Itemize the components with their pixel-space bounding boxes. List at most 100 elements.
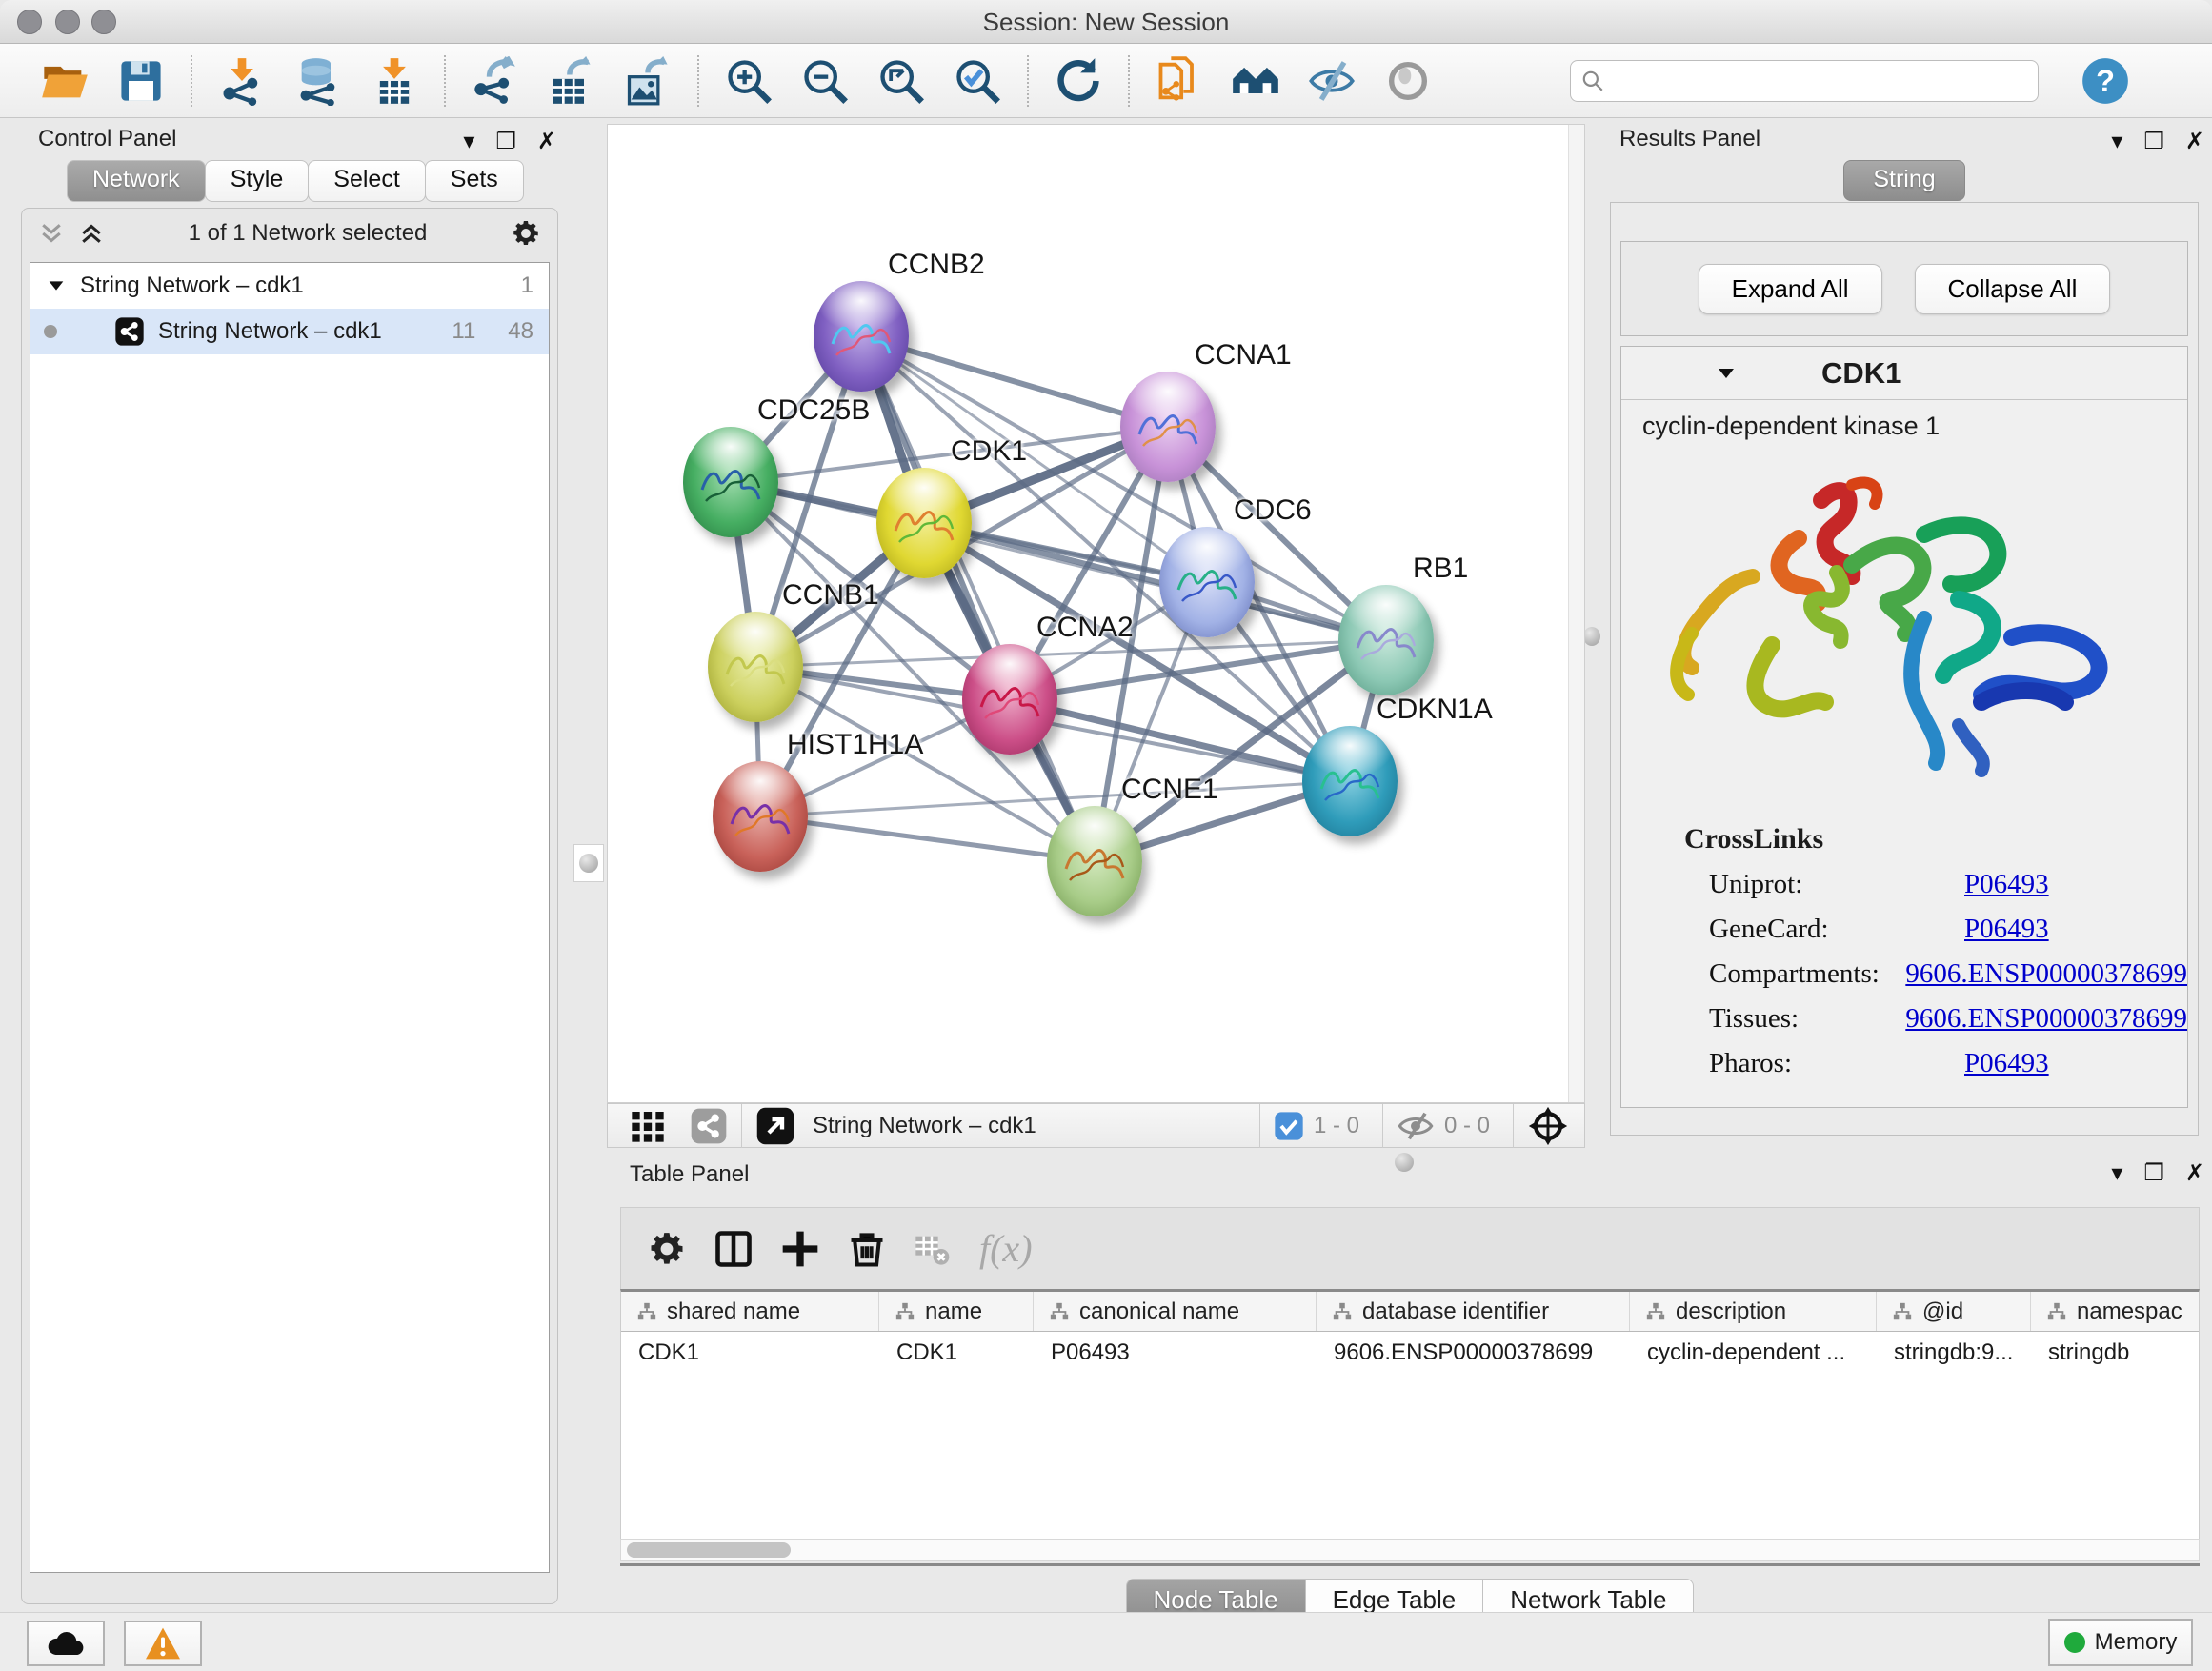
search-input[interactable]	[1605, 68, 2015, 94]
table-cell: stringdb:9...	[1877, 1339, 2031, 1366]
graph-node-CCNA2[interactable]	[962, 644, 1057, 755]
column-header-name[interactable]: name	[879, 1292, 1034, 1331]
delete-column-icon[interactable]	[846, 1228, 888, 1270]
toolbar-separator	[1128, 55, 1130, 107]
cloud-button[interactable]	[27, 1621, 105, 1666]
selected-count: 1 - 0	[1314, 1113, 1359, 1139]
eye-icon[interactable]	[1383, 56, 1433, 106]
import-network-icon[interactable]	[217, 56, 267, 106]
toolbar-separator	[191, 55, 192, 107]
options-gear-icon[interactable]	[510, 217, 542, 250]
collapse-all-button[interactable]: Collapse All	[1915, 264, 2111, 314]
expand-all-button[interactable]: Expand All	[1699, 264, 1882, 314]
collapse-arrow-icon[interactable]	[46, 275, 67, 296]
gene-result-card: CDK1 cyclin-dependent kinase 1	[1620, 346, 2188, 1108]
collapse-all-icon[interactable]	[37, 219, 66, 248]
close-panel-icon[interactable]: ✗	[537, 131, 556, 153]
graph-node-label-CDC6: CDC6	[1234, 494, 1312, 527]
column-header-description[interactable]: description	[1630, 1292, 1877, 1331]
table-horizontal-scrollbar[interactable]	[620, 1539, 2200, 1561]
memory-label: Memory	[2095, 1629, 2178, 1656]
table-header-row: shared namenamecanonical namedatabase id…	[621, 1292, 2199, 1332]
string-view-icon[interactable]	[690, 1107, 728, 1145]
clone-network-icon[interactable]	[1155, 56, 1204, 106]
refresh-icon[interactable]	[1054, 56, 1103, 106]
import-table-icon[interactable]	[370, 56, 419, 106]
graph-node-CDKN1A[interactable]	[1302, 726, 1398, 836]
tab-style[interactable]: Style	[205, 160, 310, 202]
graph-node-RB1[interactable]	[1338, 585, 1434, 695]
collapse-gene-icon[interactable]	[1715, 362, 1738, 385]
network-tab-body: 1 of 1 Network selected String Network –…	[21, 208, 558, 1604]
graph-node-CCNE1[interactable]	[1047, 806, 1142, 916]
zoom-selected-icon[interactable]	[953, 56, 1002, 106]
table-panel: Table Panel ▾ ❐ ✗ f(x) shared namenameca…	[607, 1148, 2212, 1599]
tab-network[interactable]: Network	[67, 160, 206, 202]
column-header-shared-name[interactable]: shared name	[621, 1292, 879, 1331]
network-vertical-scrollbar[interactable]	[1568, 125, 1584, 1102]
tab-sets[interactable]: Sets	[425, 160, 524, 202]
graph-node-CDC6[interactable]	[1159, 527, 1255, 637]
graph-node-CDC25B[interactable]	[683, 427, 778, 537]
expand-all-icon[interactable]	[77, 219, 106, 248]
crosslink-link[interactable]: P06493	[1964, 869, 2049, 900]
warnings-button[interactable]	[124, 1621, 202, 1666]
graph-node-CCNB2[interactable]	[814, 281, 909, 392]
tab-string[interactable]: String	[1843, 160, 1964, 201]
tab-select[interactable]: Select	[308, 160, 425, 202]
zoom-fit-icon[interactable]	[876, 56, 926, 106]
network-canvas[interactable]: CCNB2CCNA1CDC25BCDK1CDC6RB1CCNB1CCNA2CDK…	[607, 124, 1585, 1103]
show-columns-icon[interactable]	[713, 1228, 754, 1270]
home-networks-icon[interactable]	[1231, 56, 1280, 106]
crosslinks-section: CrossLinks Uniprot:P06493GeneCard:P06493…	[1621, 823, 2187, 1079]
selected-checkbox-icon[interactable]	[1274, 1111, 1304, 1141]
birds-eye-grid-icon[interactable]	[629, 1107, 667, 1145]
close-panel-icon[interactable]: ✗	[2185, 131, 2204, 153]
results-panel-title: Results Panel	[1619, 126, 1760, 151]
open-in-new-window-icon[interactable]	[755, 1106, 795, 1146]
float-panel-icon[interactable]: ▾	[2111, 1162, 2122, 1185]
network-collection-row[interactable]: String Network – cdk1 1	[30, 263, 549, 309]
network-row[interactable]: String Network – cdk1 11 48	[30, 309, 549, 354]
crosslink-link[interactable]: P06493	[1964, 1048, 2049, 1079]
create-column-icon[interactable]	[779, 1228, 821, 1270]
hide-unhide-icon[interactable]	[1307, 56, 1357, 106]
export-network-icon[interactable]	[471, 56, 520, 106]
graph-node-CCNA1[interactable]	[1120, 372, 1216, 482]
pan-crosshair-icon[interactable]	[1527, 1105, 1569, 1147]
crosslink-link[interactable]: P06493	[1964, 914, 2049, 945]
column-header-canonical-name[interactable]: canonical name	[1034, 1292, 1317, 1331]
table-row[interactable]: CDK1CDK1P064939606.ENSP00000378699cyclin…	[621, 1332, 2199, 1374]
column-header-database-identifier[interactable]: database identifier	[1317, 1292, 1630, 1331]
crosslink-label: Pharos:	[1709, 1048, 1964, 1079]
toolbar-separator	[1027, 55, 1029, 107]
close-panel-icon[interactable]: ✗	[2185, 1162, 2204, 1185]
float-panel-icon[interactable]: ▾	[2111, 131, 2122, 153]
graph-node-CCNB1[interactable]	[708, 612, 803, 722]
graph-node-CDK1[interactable]	[876, 468, 972, 578]
memory-button[interactable]: Memory	[2048, 1619, 2193, 1666]
table-cell: 9606.ENSP00000378699	[1317, 1339, 1630, 1366]
save-session-icon[interactable]	[116, 56, 166, 106]
import-network-from-database-icon[interactable]	[293, 56, 343, 106]
crosslink-link[interactable]: 9606.ENSP00000378699	[1905, 958, 2187, 990]
help-icon[interactable]: ?	[2081, 56, 2130, 106]
maximize-panel-icon[interactable]: ❐	[495, 131, 516, 153]
graph-node-HIST1H1A[interactable]	[713, 761, 808, 872]
svg-text:?: ?	[2096, 63, 2115, 97]
float-panel-icon[interactable]: ▾	[463, 131, 474, 153]
left-splitter-handle[interactable]	[573, 844, 604, 882]
open-session-icon[interactable]	[40, 56, 90, 106]
table-options-gear-icon[interactable]	[646, 1228, 688, 1270]
zoom-out-icon[interactable]	[800, 56, 850, 106]
zoom-in-icon[interactable]	[724, 56, 774, 106]
column-header-namespac[interactable]: namespac	[2031, 1292, 2200, 1331]
export-table-icon[interactable]	[547, 56, 596, 106]
export-image-icon[interactable]	[623, 56, 673, 106]
maximize-panel-icon[interactable]: ❐	[2143, 131, 2164, 153]
maximize-panel-icon[interactable]: ❐	[2143, 1162, 2164, 1185]
crosslink-link[interactable]: 9606.ENSP00000378699	[1905, 1003, 2187, 1035]
scrollbar-thumb[interactable]	[627, 1542, 791, 1558]
graph-node-label-CCNA2: CCNA2	[1036, 612, 1134, 644]
column-header-@id[interactable]: @id	[1877, 1292, 2031, 1331]
